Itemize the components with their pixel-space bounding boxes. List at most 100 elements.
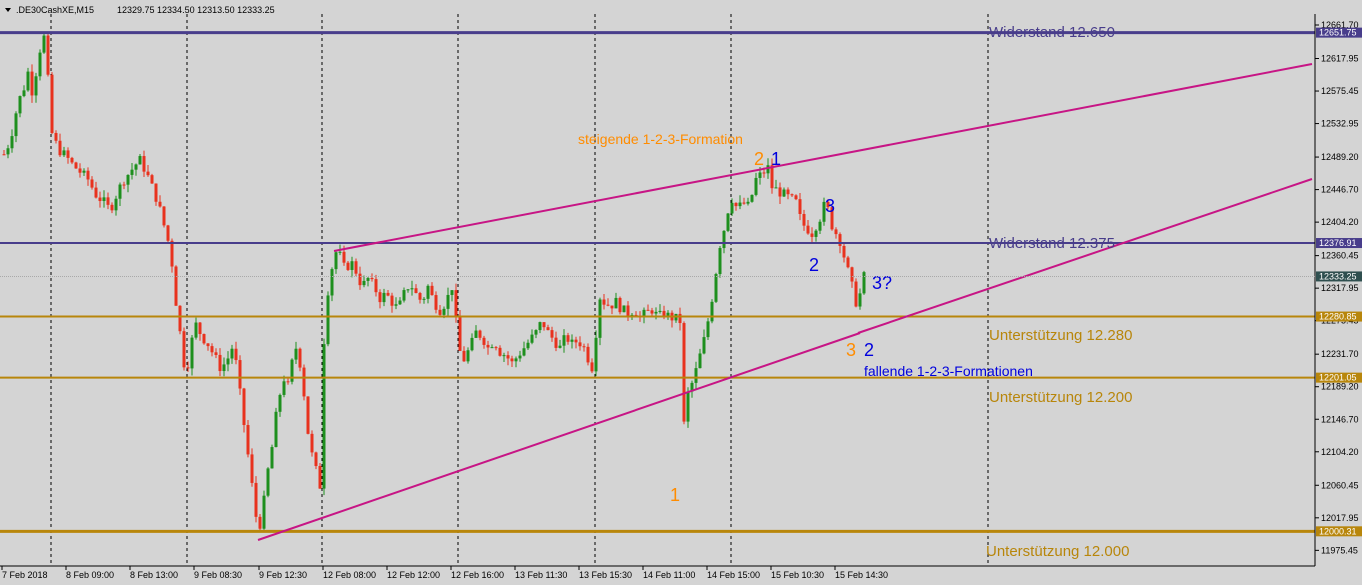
candle-body: [482, 337, 486, 345]
candle-body: [842, 245, 846, 258]
candle-body: [750, 194, 754, 202]
candle-body: [278, 394, 282, 412]
candle-body: [250, 454, 254, 483]
time-tick-label: 12 Feb 08:00: [323, 570, 376, 580]
candle-body: [314, 452, 318, 467]
candle-body: [778, 187, 782, 197]
candle-body: [386, 292, 390, 296]
candle-body: [474, 330, 478, 338]
candle-body: [434, 295, 438, 310]
candle-body: [446, 294, 450, 309]
candle-body: [614, 297, 618, 309]
candle-body: [602, 299, 606, 305]
candle-body: [610, 305, 614, 309]
time-tick-label: 14 Feb 15:00: [707, 570, 760, 580]
ohlc-label: 12329.75 12334.50 12313.50 12333.25: [117, 5, 275, 15]
point-label-orange-2: 2: [754, 149, 764, 169]
price-tick-label: 12446.70: [1321, 185, 1359, 195]
level-price-box-label: 12000.31: [1319, 526, 1357, 536]
candle-body: [206, 343, 210, 347]
candle-body: [718, 248, 722, 275]
level-label-widerstand-12375: Widerstand 12.375: [989, 235, 1115, 252]
candle-body: [190, 337, 194, 369]
time-tick-label: 9 Feb 08:30: [194, 570, 242, 580]
price-tick-label: 12360.45: [1321, 251, 1359, 261]
candle-body: [758, 172, 762, 178]
candle-body: [498, 347, 502, 356]
price-tick-label: 12617.95: [1321, 54, 1359, 64]
price-tick-label: 12060.45: [1321, 480, 1359, 490]
level-label-support-12000: Unterstützung 12.000: [986, 543, 1129, 560]
candle-body: [390, 295, 394, 306]
candle-body: [438, 309, 442, 315]
candle-body: [810, 233, 814, 237]
candle-body: [726, 213, 730, 231]
chart-header: .DE30CashXE,M15 12329.75 12334.50 12313.…: [5, 5, 275, 15]
candle-body: [102, 197, 106, 202]
candle-body: [710, 301, 714, 322]
candle-body: [74, 162, 78, 169]
candle-body: [466, 350, 470, 362]
candle-body: [354, 261, 358, 274]
point-label-orange-1: 1: [670, 485, 680, 505]
candle-body: [562, 335, 566, 346]
candle-body: [794, 195, 798, 200]
time-tick-label: 8 Feb 09:00: [66, 570, 114, 580]
rising-formation-label: steigende 1-2-3-Formation: [578, 131, 743, 147]
candle-body: [478, 330, 482, 338]
price-tick-label: 12575.45: [1321, 86, 1359, 96]
candle-body: [42, 35, 46, 53]
candle-body: [266, 468, 270, 496]
candle-body: [222, 364, 226, 372]
time-tick-label: 12 Feb 12:00: [387, 570, 440, 580]
candle-body: [22, 90, 26, 97]
candle-body: [370, 278, 374, 280]
candle-body: [734, 202, 738, 207]
point-label-blue-3: 3: [825, 196, 835, 216]
candle-body: [134, 164, 138, 170]
candle-body: [622, 305, 626, 313]
time-tick-label: 7 Feb 2018: [2, 570, 48, 580]
candle-body: [682, 323, 686, 422]
price-tick-label: 12189.20: [1321, 382, 1359, 392]
candle-body: [554, 337, 558, 348]
candle-body: [334, 252, 338, 270]
time-tick-label: 8 Feb 13:00: [130, 570, 178, 580]
candle-body: [238, 360, 242, 389]
candle-body: [258, 516, 262, 529]
candle-body: [198, 322, 202, 335]
candle-body: [202, 334, 206, 344]
candle-body: [154, 183, 158, 202]
candle-body: [166, 225, 170, 241]
time-tick-label: 13 Feb 15:30: [579, 570, 632, 580]
time-tick-label: 13 Feb 11:30: [515, 570, 567, 580]
candle-body: [738, 202, 742, 207]
level-price-box-label: 12201.05: [1319, 373, 1357, 383]
candle-body: [774, 187, 778, 189]
candle-body: [746, 201, 750, 204]
candle-body: [458, 317, 462, 351]
candle-body: [214, 352, 218, 355]
candle-body: [454, 290, 458, 318]
candle-body: [6, 148, 10, 155]
price-tick-label: 12317.95: [1321, 283, 1359, 293]
candle-body: [158, 201, 162, 207]
price-tick-label: 12146.70: [1321, 414, 1359, 424]
candle-body: [730, 202, 734, 214]
level-price-box-label: 12280.85: [1319, 312, 1357, 322]
candle-body: [698, 353, 702, 369]
time-tick-label: 15 Feb 10:30: [771, 570, 824, 580]
candle-body: [766, 165, 770, 174]
candle-body: [210, 346, 214, 353]
price-tick-label: 12017.95: [1321, 513, 1359, 523]
candle-body: [642, 309, 646, 317]
candle-body: [58, 140, 62, 156]
candle-body: [126, 174, 130, 185]
candle-body: [574, 339, 578, 343]
candle-body: [798, 199, 802, 214]
candle-body: [802, 213, 806, 226]
candle-body: [226, 358, 230, 365]
candle-body: [582, 346, 586, 348]
candle-body: [170, 240, 174, 267]
candle-body: [194, 322, 198, 338]
